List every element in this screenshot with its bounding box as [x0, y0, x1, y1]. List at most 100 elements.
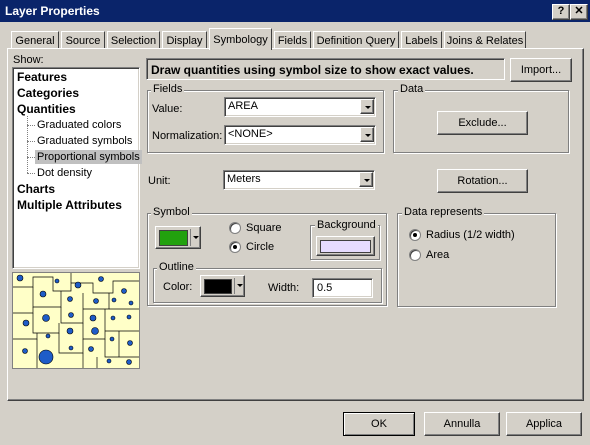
divider: [234, 278, 235, 294]
symbol-color-picker[interactable]: [155, 226, 201, 249]
import-button-label: Import...: [520, 64, 562, 76]
show-tree[interactable]: Features Categories Quantities Graduated…: [12, 67, 142, 269]
unit-dropdown-arrow[interactable]: [359, 172, 373, 187]
tree-connector: [27, 157, 35, 158]
tab-fields[interactable]: Fields: [274, 31, 311, 49]
cancel-button[interactable]: Annulla: [424, 412, 500, 436]
chevron-down-icon: [237, 284, 243, 287]
value-dropdown-arrow[interactable]: [360, 99, 374, 114]
tree-item-categories[interactable]: Categories: [17, 86, 79, 100]
ok-button[interactable]: OK: [343, 412, 415, 436]
background-color-swatch: [320, 240, 371, 253]
description-box: Draw quantities using symbol size to sho…: [146, 58, 505, 80]
tab-definition-query[interactable]: Definition Query: [313, 31, 399, 49]
square-label: Square: [246, 222, 282, 234]
tab-label: Selection: [110, 35, 157, 47]
tree-item-charts[interactable]: Charts: [17, 182, 55, 196]
radius-label: Radius (1/2 width): [426, 229, 515, 241]
data-represents-group: [397, 213, 556, 307]
radio-checked-dot: [413, 233, 417, 237]
outline-color-picker[interactable]: [200, 275, 245, 297]
tree-connector: [27, 125, 35, 126]
tree-item-proportional-symbols[interactable]: Proportional symbols: [35, 150, 142, 164]
fields-group-label: Fields: [151, 83, 185, 95]
tree-connector: [27, 141, 35, 142]
apply-button-label: Applica: [525, 418, 563, 430]
close-icon: ✕: [574, 5, 584, 17]
data-represents-label: Data represents: [402, 206, 485, 218]
area-radio[interactable]: [409, 249, 421, 261]
help-button[interactable]: ?: [552, 4, 570, 20]
tree-item-multiple-attributes[interactable]: Multiple Attributes: [17, 198, 122, 212]
tree-item-features[interactable]: Features: [17, 70, 67, 84]
chevron-down-icon: [365, 134, 371, 137]
help-icon: ?: [557, 5, 565, 17]
tab-labels[interactable]: Labels: [401, 31, 442, 49]
outline-width-value: 0.5: [317, 282, 333, 294]
radius-radio[interactable]: [409, 229, 421, 241]
exclude-button-label: Exclude...: [458, 117, 507, 129]
tab-joins-relates[interactable]: Joins & Relates: [444, 31, 526, 49]
normalization-label: Normalization:: [152, 130, 223, 142]
background-label: Background: [315, 219, 378, 231]
show-label: Show:: [13, 54, 44, 66]
square-radio[interactable]: [229, 222, 241, 234]
area-label: Area: [426, 249, 450, 261]
tree-connector: [27, 173, 35, 174]
symbol-group-label: Symbol: [151, 206, 192, 218]
outline-group-label: Outline: [157, 261, 196, 273]
symbol-color-swatch: [159, 230, 188, 246]
tab-label: Labels: [405, 35, 438, 47]
import-button[interactable]: Import...: [510, 58, 572, 82]
rotation-button[interactable]: Rotation...: [437, 169, 528, 193]
cancel-button-label: Annulla: [443, 418, 481, 430]
chevron-down-icon: [365, 106, 371, 109]
normalization-dropdown-arrow[interactable]: [360, 127, 374, 142]
value-label: Value:: [152, 103, 183, 115]
exclude-button[interactable]: Exclude...: [437, 111, 528, 135]
tab-label: General: [15, 35, 55, 47]
tab-general[interactable]: General: [11, 31, 59, 49]
outline-color-swatch: [204, 279, 232, 294]
chevron-down-icon: [193, 236, 199, 239]
ok-button-label: OK: [371, 418, 387, 430]
divider: [190, 229, 191, 246]
tab-selection[interactable]: Selection: [107, 31, 160, 49]
background-color-button[interactable]: [316, 236, 375, 256]
circle-radio[interactable]: [229, 241, 241, 253]
tree-item-graduated-colors[interactable]: Graduated colors: [37, 119, 121, 131]
title-bar: Layer Properties ? ✕: [0, 0, 590, 22]
tree-item-graduated-symbols[interactable]: Graduated symbols: [37, 135, 132, 147]
tab-label: Definition Query: [316, 35, 396, 47]
unit-dropdown-text: Meters: [227, 173, 261, 185]
tab-label: Fields: [277, 35, 308, 47]
description-text: Draw quantities using symbol size to sho…: [151, 63, 474, 77]
circle-label: Circle: [246, 241, 275, 253]
tab-source[interactable]: Source: [61, 31, 105, 49]
tree-item-quantities[interactable]: Quantities: [17, 102, 76, 116]
outline-width-label: Width:: [268, 282, 300, 294]
tab-label: Display: [166, 35, 203, 47]
tab-label: Joins & Relates: [446, 35, 524, 47]
outline-width-input[interactable]: 0.5: [312, 278, 373, 298]
outline-color-label: Color:: [163, 281, 193, 293]
tab-display[interactable]: Display: [162, 31, 207, 49]
value-dropdown[interactable]: AREA: [224, 97, 376, 117]
radio-checked-dot: [233, 245, 237, 249]
unit-dropdown[interactable]: Meters: [223, 170, 375, 190]
map-preview-graphic: [13, 273, 139, 368]
window-title: Layer Properties: [5, 4, 100, 18]
data-group-label: Data: [398, 83, 426, 95]
chevron-down-icon: [364, 179, 370, 182]
tab-label: Source: [65, 35, 101, 47]
close-button[interactable]: ✕: [570, 4, 588, 20]
map-preview: [12, 272, 140, 369]
tab-label: Symbology: [213, 34, 268, 46]
tab-symbology[interactable]: Symbology: [209, 28, 272, 50]
value-dropdown-text: AREA: [228, 100, 258, 112]
rotation-button-label: Rotation...: [457, 175, 508, 187]
normalization-dropdown[interactable]: <NONE>: [224, 125, 376, 145]
apply-button[interactable]: Applica: [506, 412, 582, 436]
unit-label: Unit:: [148, 175, 171, 187]
tree-item-dot-density[interactable]: Dot density: [37, 167, 92, 179]
